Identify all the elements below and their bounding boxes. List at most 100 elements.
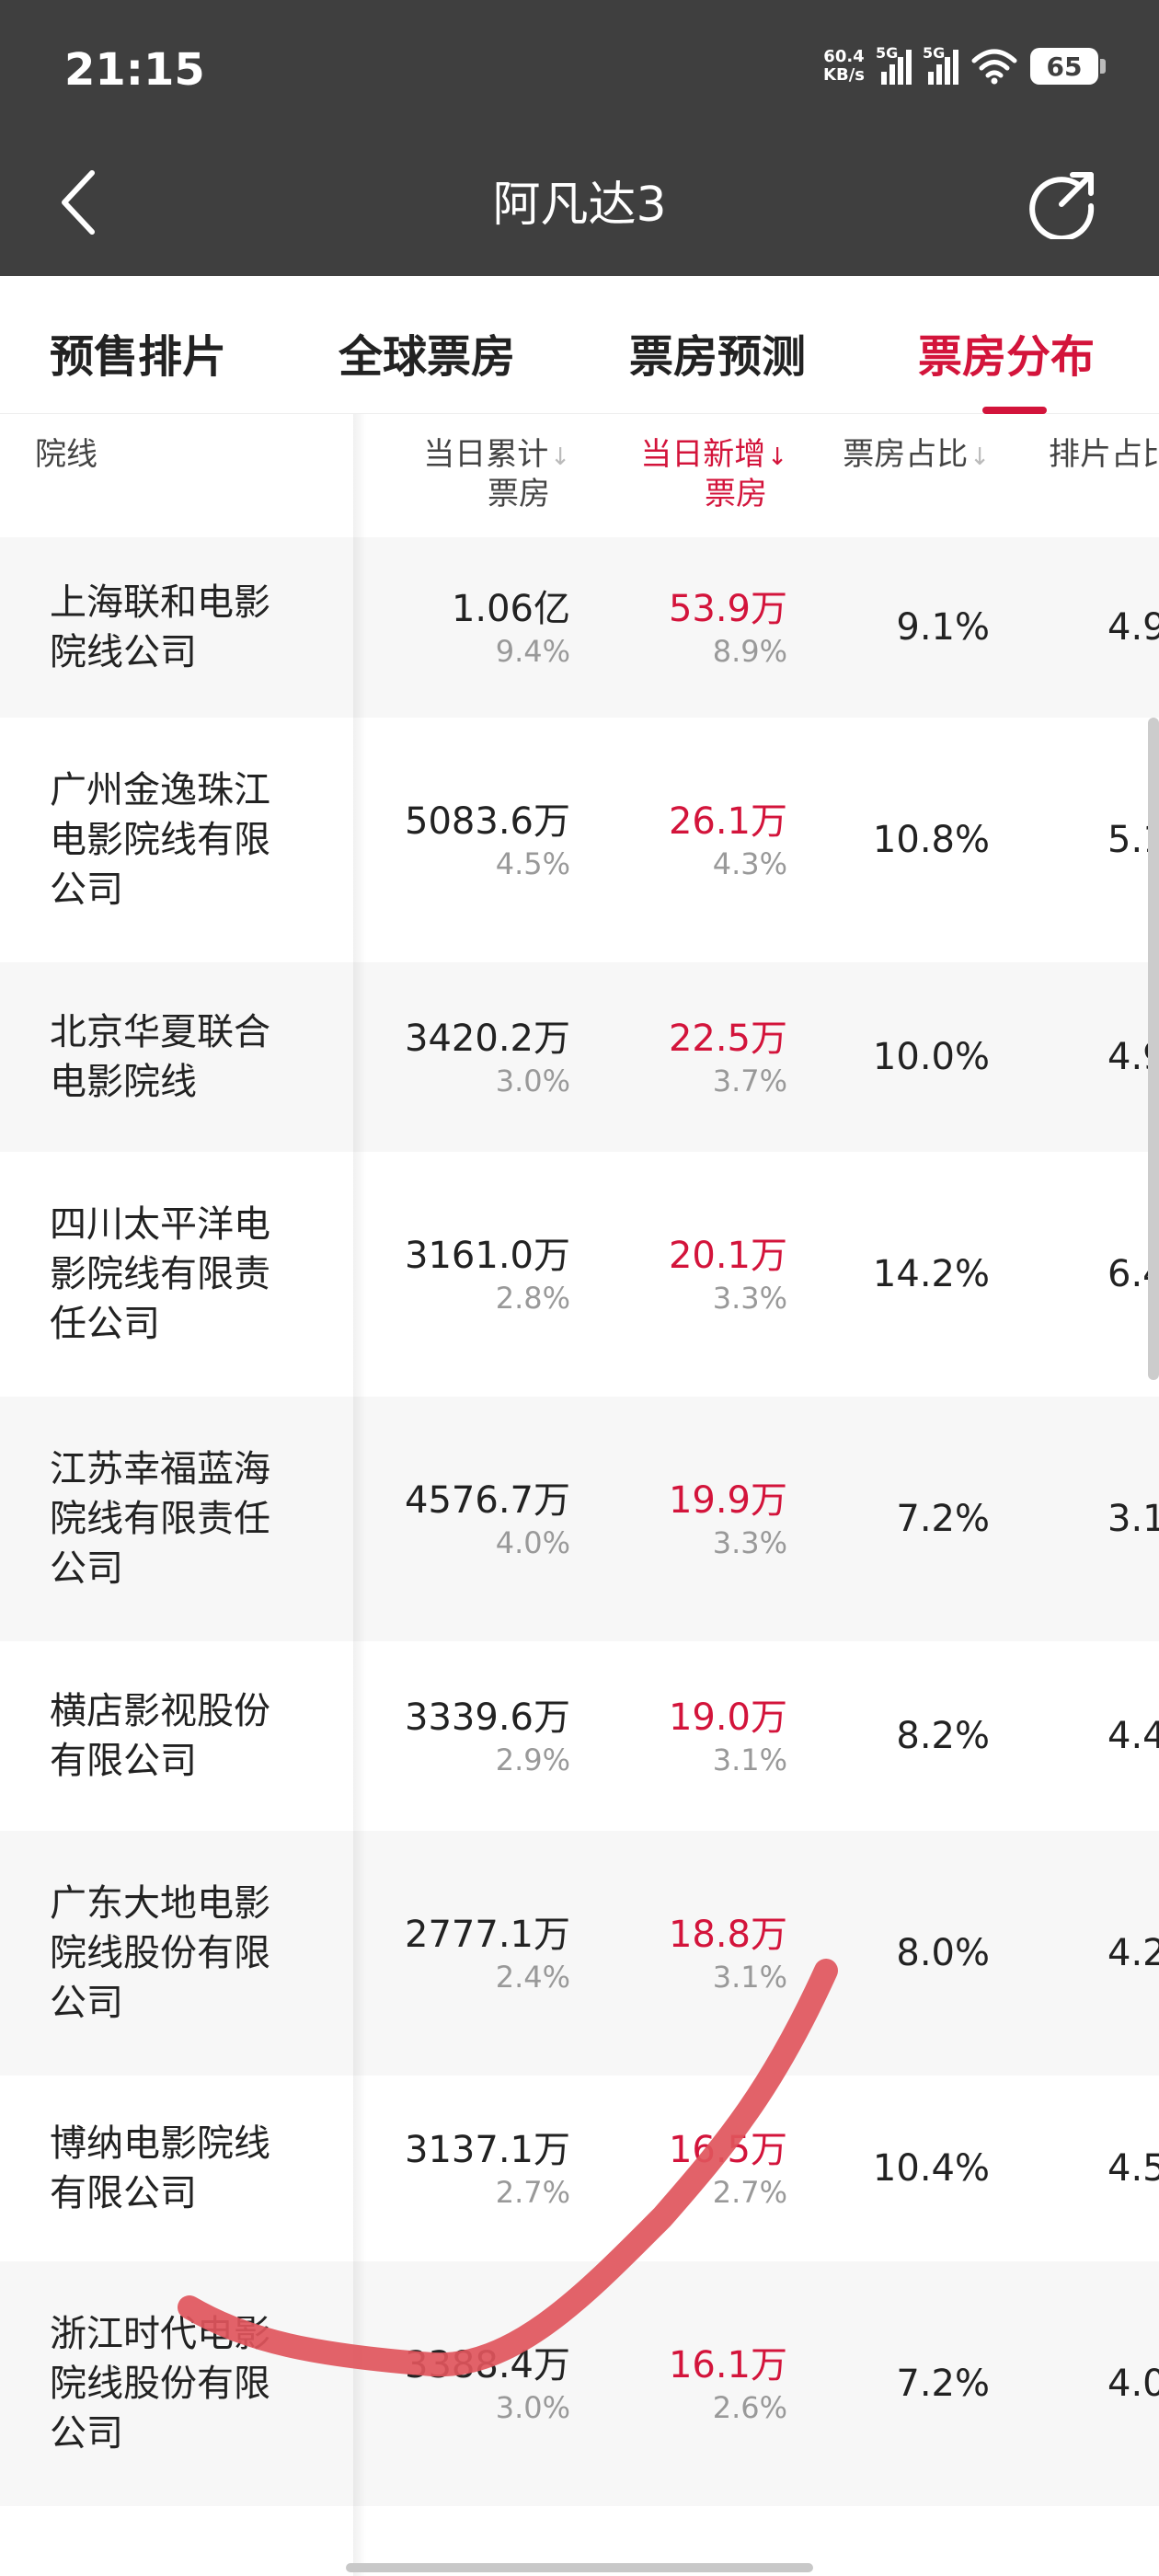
table-row[interactable]: 博纳电影院线有限公司 3137.1万 2.7% 16.5万 2.7% 10.4% 4.5 — [0, 2076, 1159, 2261]
share-icon[interactable] — [1025, 166, 1098, 239]
tab-global-box-office[interactable]: 全球票房 — [339, 320, 515, 385]
daily-total-value: 4576.7万 — [405, 1479, 570, 1522]
daily-new-value: 16.1万 — [668, 2344, 787, 2386]
daily-new-cell: 16.5万 2.7% — [669, 2076, 787, 2261]
table-row[interactable]: 广州金逸珠江电影院线有限公司 5083.6万 4.5% 26.1万 4.3% 10.8% 5… — [0, 718, 1159, 962]
status-time: 21:15 — [64, 44, 205, 96]
daily-total-cell: 5083.6万 4.5% — [405, 718, 570, 962]
circuit-name-cell: 北京新影联影 — [0, 2506, 353, 2576]
share-value: 14.2% — [872, 1253, 990, 1295]
table-row[interactable]: 北京华夏联合电影院线3420.2万3.0%22.5万3.7%10.0%4.9 — [0, 962, 1159, 1152]
schedule-cell: 4.9 — [1107, 537, 1159, 718]
daily-total-value: 3420.2万 — [405, 1018, 570, 1060]
share-cell: 10.8% — [873, 718, 990, 962]
circuit-name: 北京华夏联合电影院线 — [50, 1011, 270, 1103]
daily-total-percent: 9.4% — [495, 634, 570, 669]
circuit-name-cell: 北京华夏联合电影院线 — [0, 962, 353, 1152]
schedule-value: 4.2 — [1107, 1932, 1159, 1974]
share-value: 9.1% — [896, 606, 990, 649]
table-row[interactable]: 四川太平洋电影院线有限责任公司 3161.0万 2.8% 20.1万 3.3% 14.2%… — [0, 1152, 1159, 1397]
schedule-value: 4.5 — [1107, 2147, 1159, 2190]
battery-icon: 65 — [1030, 48, 1106, 85]
column-header-daily-new[interactable]: 当日新增↓ 票房 — [640, 436, 787, 512]
table-row[interactable]: 上海联和电影院线公司 1.06亿 9.4% 53.9万 8.9% 9.1% 4.9 — [0, 537, 1159, 718]
daily-new-cell: 19.9万 3.3% — [669, 1397, 787, 1641]
network-speed: 60.4 KB/s — [823, 47, 865, 85]
schedule-cell: 3.1 — [1107, 1397, 1159, 1641]
share-cell: 7.2% — [896, 1397, 990, 1641]
share-value: 7.2% — [896, 1498, 990, 1540]
schedule-value: 3.1 — [1107, 1498, 1159, 1540]
schedule-value: 4.0 — [1107, 2363, 1159, 2405]
daily-total-value: 5083.6万 — [405, 800, 570, 843]
daily-total-value: 3388.4万 — [405, 2344, 570, 2386]
column-header-daily-total[interactable]: 当日累计↓ 票房 — [423, 436, 570, 512]
daily-new-value: 16.5万 — [668, 2129, 787, 2171]
daily-total-percent: 4.0% — [495, 1525, 570, 1560]
circuit-name-cell: 广州金逸珠江电影院线有限公司 — [0, 718, 353, 962]
share-cell: 10.0% — [873, 962, 990, 1152]
share-value: 10.0% — [872, 1036, 990, 1078]
daily-new-cell: 16.1万 2.6% — [669, 2261, 787, 2506]
circuit-name: 广州金逸珠江电影院线有限公司 — [50, 769, 270, 911]
top-bar: 21:15 60.4 KB/s 5G 5G 65 阿凡达3 — [0, 0, 1159, 276]
daily-new-percent: 4.3% — [712, 846, 787, 881]
share-cell: 8.0% — [896, 1831, 990, 2076]
page-title: 阿凡达3 — [492, 178, 667, 233]
table-row[interactable]: 广东大地电影院线股份有限公司 2777.1万 2.4% 18.8万 3.1% 8.0% 4.… — [0, 1831, 1159, 2076]
share-value: 7.2% — [896, 2363, 990, 2405]
daily-new-percent: 3.1% — [712, 1960, 787, 1995]
schedule-value: 4.9 — [1107, 606, 1159, 649]
sort-arrow-icon: ↓ — [767, 443, 787, 471]
table-row[interactable]: 浙江时代电影院线股份有限公司 3388.4万 3.0% 16.1万 2.6% 7.2% 4.… — [0, 2261, 1159, 2506]
daily-new-percent: 3.7% — [712, 1064, 787, 1098]
circuit-name-cell: 广东大地电影院线股份有限公司 — [0, 1831, 353, 2076]
daily-total-percent: 4.5% — [495, 846, 570, 881]
schedule-cell: 4.5 — [1107, 2076, 1159, 2261]
scrollbar[interactable] — [1148, 718, 1159, 1380]
daily-new-value: 20.1万 — [668, 1235, 787, 1277]
daily-new-cell: 22.5万 3.7% — [669, 962, 787, 1152]
circuit-name-cell: 四川太平洋电影院线有限责任公司 — [0, 1152, 353, 1397]
sort-arrow-icon: ↓ — [550, 443, 570, 471]
column-header-share[interactable]: 票房占比↓ — [843, 436, 990, 476]
tab-box-office-distribution[interactable]: 票房分布 — [918, 320, 1095, 385]
share-cell: 9.1% — [896, 537, 990, 718]
daily-total-cell: 3388.4万 3.0% — [405, 2261, 570, 2506]
circuit-name: 江苏幸福蓝海院线有限责任公司 — [50, 1448, 270, 1590]
share-cell: 10.4% — [873, 2076, 990, 2261]
signal-icon: 5G — [923, 44, 958, 85]
tab-presale-schedule[interactable]: 预售排片 — [50, 320, 226, 385]
circuit-table: 院线 当日累计↓ 票房 当日新增↓ 票房 票房占比↓ 排片占比 上海联和电影院线… — [0, 414, 1159, 2576]
circuit-name-cell: 浙江时代电影院线股份有限公司 — [0, 2261, 353, 2506]
circuit-name-cell: 江苏幸福蓝海院线有限责任公司 — [0, 1397, 353, 1641]
table-row[interactable]: 横店影视股份有限公司 3339.6万 2.9% 19.0万 3.1% 8.2% 4.4 — [0, 1641, 1159, 1831]
daily-total-percent: 2.8% — [495, 1281, 570, 1316]
circuit-name: 广东大地电影院线股份有限公司 — [50, 1882, 270, 2024]
share-cell: 7.2% — [896, 2261, 990, 2506]
tab-box-office-forecast[interactable]: 票房预测 — [629, 320, 806, 385]
sort-arrow-icon: ↓ — [970, 443, 990, 471]
daily-new-percent: 3.3% — [712, 1281, 787, 1316]
daily-new-value: 19.9万 — [668, 1479, 787, 1522]
circuit-name: 浙江时代电影院线股份有限公司 — [50, 2313, 270, 2455]
daily-total-percent: 3.0% — [495, 1064, 570, 1098]
daily-total-cell: 3161.0万 2.8% — [405, 1152, 570, 1397]
daily-total-value: 1.06亿 — [451, 588, 570, 630]
home-indicator[interactable] — [346, 2563, 813, 2572]
daily-total-percent: 2.9% — [495, 1742, 570, 1777]
daily-total-value: 3137.1万 — [405, 2129, 570, 2171]
column-header-name: 院线 — [35, 436, 98, 473]
daily-new-cell: 19.0万 3.1% — [669, 1641, 787, 1831]
daily-total-cell: 4576.7万 4.0% — [405, 1397, 570, 1641]
daily-total-value: 3339.6万 — [405, 1696, 570, 1739]
table-row[interactable]: 江苏幸福蓝海院线有限责任公司 4576.7万 4.0% 19.9万 3.3% 7.2% 3.… — [0, 1397, 1159, 1641]
daily-new-percent: 3.1% — [712, 1742, 787, 1777]
table-header: 院线 当日累计↓ 票房 当日新增↓ 票房 票房占比↓ 排片占比 — [0, 414, 1159, 537]
column-header-schedule[interactable]: 排片占比 — [1049, 436, 1159, 473]
schedule-cell: 4.4 — [1107, 1641, 1159, 1831]
schedule-cell: 4.0 — [1107, 2261, 1159, 2506]
circuit-name-cell: 博纳电影院线有限公司 — [0, 2076, 353, 2261]
share-value: 8.2% — [896, 1715, 990, 1757]
daily-total-cell: 3339.6万 2.9% — [405, 1641, 570, 1831]
